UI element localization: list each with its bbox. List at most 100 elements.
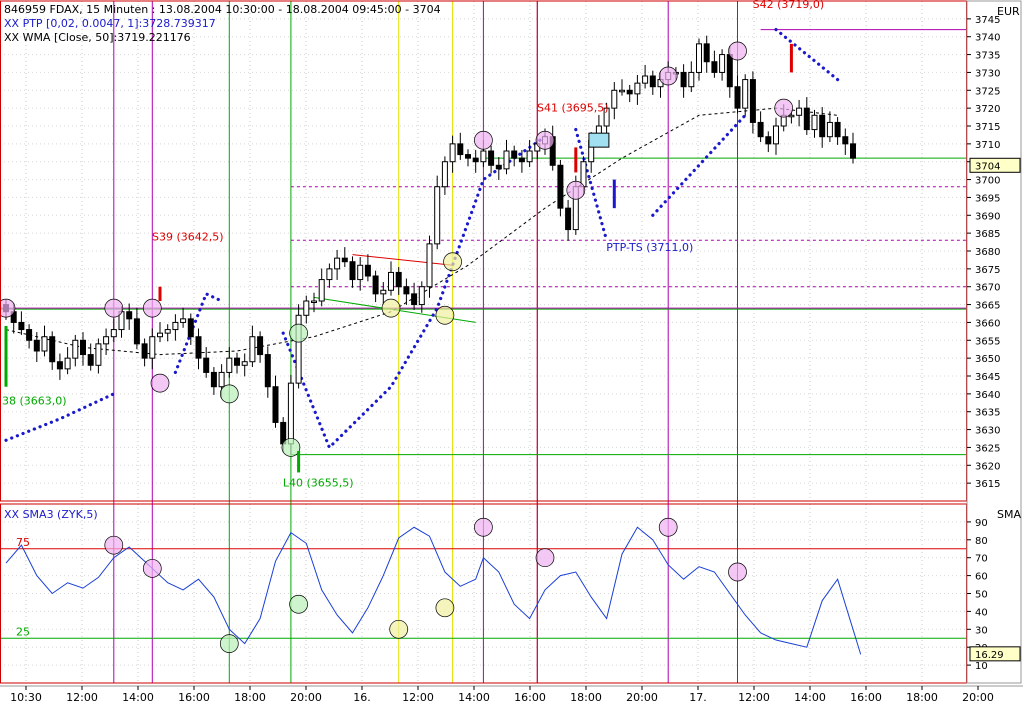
candle-body	[626, 89, 633, 95]
candle-body	[149, 336, 156, 359]
turning-point-marker	[443, 252, 462, 272]
osc-tick-label: 80	[975, 536, 988, 547]
price-tick-label: 3675	[975, 265, 1000, 276]
price-tick-label: 3640	[975, 390, 1000, 401]
oscillator-marker	[728, 562, 747, 582]
candle-body	[103, 336, 110, 345]
turning-point-marker	[0, 298, 16, 318]
candle-body	[819, 114, 826, 138]
oscillator-marker	[142, 559, 162, 578]
candle-body	[249, 336, 256, 363]
candle-body	[503, 150, 510, 170]
time-tick-label: 16.	[353, 691, 371, 704]
price-tick-label: 3670	[975, 283, 1000, 294]
osc-tick-label: 40	[975, 607, 988, 618]
time-tick-label: 14:00	[458, 691, 490, 704]
candle-body	[33, 339, 40, 352]
candle-body	[380, 289, 387, 295]
candle-body	[41, 336, 48, 352]
candle-body	[634, 82, 641, 95]
price-tick-label: 3620	[975, 461, 1000, 472]
turning-point-marker	[150, 373, 170, 393]
time-tick-label: 20:00	[290, 691, 322, 704]
signal-label: S41 (3695,5)	[537, 102, 609, 115]
candle-body	[580, 161, 587, 188]
oscillator-marker	[219, 634, 239, 653]
candle-body	[511, 150, 518, 159]
candle-body	[326, 268, 333, 281]
osc-tick-label: 60	[975, 572, 988, 583]
candle-body	[56, 361, 63, 370]
candle-body	[696, 43, 702, 73]
candle-body	[187, 318, 194, 338]
candle-body	[557, 164, 564, 209]
candle-body	[357, 264, 364, 281]
last-osc-label: 16.29	[975, 650, 1004, 661]
candle-body	[788, 114, 795, 118]
price-tick-label: 3660	[975, 318, 1000, 329]
price-tick-label: 3720	[975, 104, 1000, 115]
time-tick-label: 16:00	[178, 691, 210, 704]
signal-label: L40 (3655,5)	[283, 477, 354, 490]
turning-point-marker	[774, 98, 794, 118]
price-tick-label: 3735	[975, 51, 1000, 62]
time-tick-label: 14:00	[122, 691, 154, 704]
turning-point-marker	[142, 298, 162, 318]
candle-body	[688, 71, 695, 88]
last-price-label: 3704	[975, 161, 1000, 172]
candle-body	[157, 332, 163, 338]
oscillator-legend: XX SMA3 (ZYK,5)	[4, 508, 98, 521]
candle-body	[218, 371, 225, 388]
price-tick-label: 3710	[975, 140, 1000, 151]
candle-body	[711, 61, 718, 73]
candle-body	[834, 121, 841, 138]
time-tick-label: 18:00	[906, 691, 938, 704]
candle-body	[803, 107, 810, 131]
candle-body	[472, 157, 479, 163]
candle-body	[395, 271, 402, 288]
price-tick-label: 3695	[975, 193, 1000, 204]
candle-body	[411, 293, 418, 306]
time-tick-label: 12:00	[402, 691, 434, 704]
price-tick-label: 3645	[975, 372, 1000, 383]
candle-body	[257, 336, 264, 356]
candle-body	[480, 150, 487, 163]
candle-body	[318, 279, 325, 302]
price-tick-label: 3715	[975, 122, 1000, 133]
price-tick-label: 3725	[975, 86, 1000, 97]
candle-body	[349, 261, 356, 281]
candle-body	[311, 300, 317, 303]
candle-body	[495, 164, 502, 170]
time-tick-label: 18:00	[570, 691, 602, 704]
time-tick-label: 14:00	[794, 691, 826, 704]
candle-body	[619, 89, 625, 93]
candle-body	[180, 318, 187, 323]
turning-point-marker	[474, 130, 493, 150]
price-tick-label: 3690	[975, 211, 1000, 222]
time-tick-label: 20:00	[962, 691, 994, 704]
signal-box	[588, 132, 610, 148]
price-tick-label: 3665	[975, 301, 1000, 312]
candle-body	[757, 121, 764, 138]
candle-body	[488, 150, 495, 166]
candle-body	[364, 264, 371, 277]
candle-body	[87, 354, 94, 366]
candle-body	[126, 311, 133, 320]
oscillator-marker	[389, 619, 409, 639]
candle-body	[341, 257, 348, 263]
oscillator-marker	[535, 548, 555, 568]
candle-body	[203, 357, 210, 373]
candle-body	[449, 143, 456, 163]
oscillator-marker	[658, 517, 678, 537]
candle-body	[287, 382, 294, 445]
price-tick-label: 3740	[975, 33, 1000, 44]
osc-tick-label: 90	[975, 518, 988, 529]
candle-body	[264, 354, 271, 388]
signal-label: 38 (3663,0)	[2, 395, 67, 408]
candle-body	[403, 286, 410, 295]
candle-body	[234, 357, 240, 366]
osc-tick-label: 30	[975, 625, 988, 636]
price-tick-label: 3730	[975, 68, 1000, 79]
price-tick-label: 3625	[975, 443, 1000, 454]
chart-window: 75 25 S39 (3642,5) S41 (3695,5) S42 (3719,0…	[0, 0, 1023, 717]
